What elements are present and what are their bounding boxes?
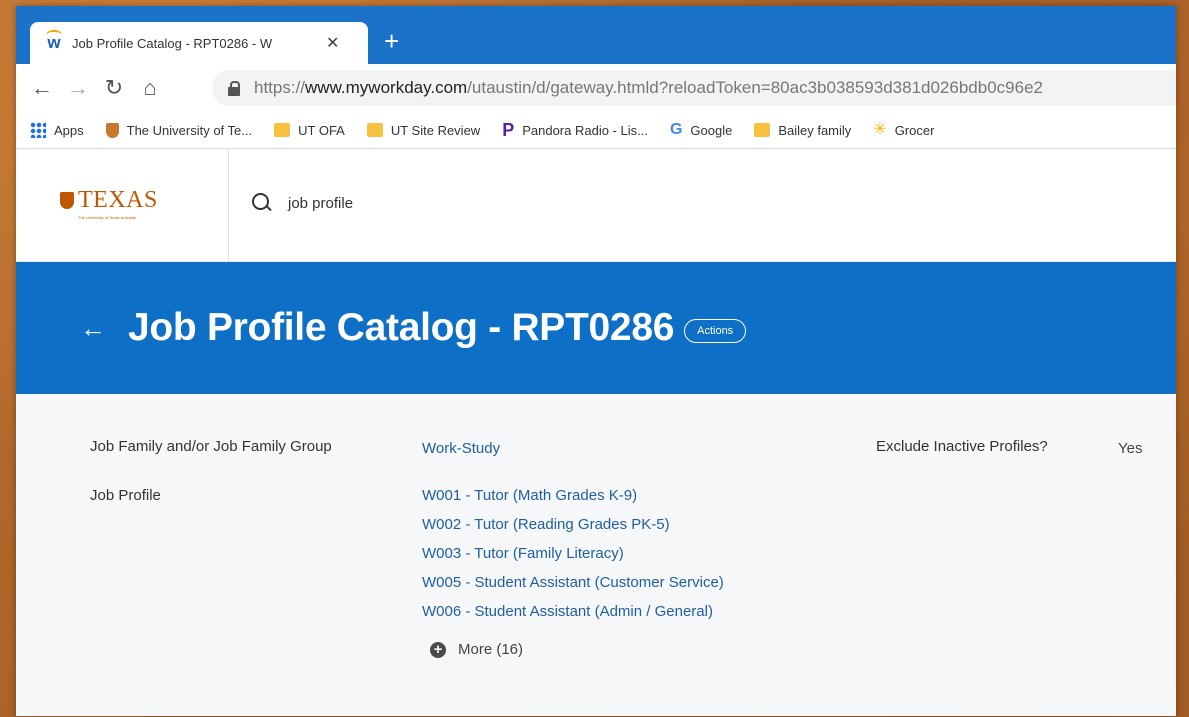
more-button[interactable]: + More (16) [430, 641, 523, 658]
job-profile-link[interactable]: W005 - Student Assistant (Customer Servi… [422, 573, 724, 602]
walmart-spark-icon: ✳ [873, 121, 887, 138]
bookmark-label: UT Site Review [390, 122, 481, 138]
job-family-value-link[interactable]: Work-Study [422, 440, 500, 457]
search-value: job profile [288, 194, 354, 212]
browser-window: w Job Profile Catalog - RPT0286 - W ✕ + … [16, 6, 1176, 716]
plus-circle-icon: + [430, 641, 446, 658]
job-profile-link[interactable]: W006 - Student Assistant (Admin / Genera… [422, 602, 724, 631]
logo-text: TEXAS [78, 187, 158, 213]
job-profile-label: Job Profile [90, 487, 161, 504]
workday-header: TEXAS The University of Texas at Austin … [16, 149, 1176, 262]
job-profile-list: W001 - Tutor (Math Grades K-9) W002 - Tu… [422, 486, 724, 631]
google-icon: G [669, 121, 683, 138]
tab-title: Job Profile Catalog - RPT0286 - W [72, 35, 273, 51]
search-icon [252, 193, 272, 213]
job-profile-link[interactable]: W003 - Tutor (Family Literacy) [422, 544, 724, 573]
more-label: More (16) [458, 641, 524, 658]
workday-favicon-icon: w [44, 30, 64, 53]
bookmarks-bar: Apps The University of Te... UT OFA UT S… [16, 112, 1176, 149]
header-divider [228, 149, 229, 261]
home-icon[interactable]: ⌂ [132, 64, 168, 112]
bookmark-university[interactable]: The University of Te... [105, 122, 253, 138]
folder-icon [274, 123, 291, 137]
browser-tab[interactable]: w Job Profile Catalog - RPT0286 - W ✕ [30, 22, 368, 64]
logo-subtext: The University of Texas at Austin [78, 215, 136, 220]
bookmark-ut-ofa[interactable]: UT OFA [274, 123, 345, 138]
tab-strip: w Job Profile Catalog - RPT0286 - W ✕ + [16, 6, 1176, 64]
page-title-bar: ← Job Profile Catalog - RPT0286 Actions [16, 262, 1176, 394]
bookmark-grocer[interactable]: ✳ Grocer [873, 122, 934, 138]
forward-icon[interactable]: → [60, 64, 96, 112]
pandora-icon: P [502, 120, 515, 140]
search-input[interactable]: job profile [252, 183, 652, 223]
bookmark-ut-site-review[interactable]: UT Site Review [366, 122, 481, 138]
back-icon[interactable]: ← [24, 64, 60, 112]
bookmark-label: Apps [54, 122, 84, 138]
close-tab-icon[interactable]: ✕ [326, 33, 339, 53]
bookmark-label: The University of Te... [126, 122, 253, 138]
actions-button[interactable]: Actions [684, 319, 747, 343]
job-family-label: Job Family and/or Job Family Group [90, 438, 332, 455]
folder-icon [754, 123, 771, 137]
bookmark-pandora[interactable]: P Pandora Radio - Lis... [502, 120, 648, 140]
ut-shield-icon [60, 192, 74, 209]
folder-icon [366, 123, 383, 137]
url-path: /utaustin/d/gateway.htmld?reloadToken=80… [467, 78, 1043, 97]
new-tab-button[interactable]: + [384, 28, 399, 54]
url-protocol: https:// [254, 78, 306, 97]
exclude-inactive-value: Yes [1118, 440, 1143, 457]
page-title: Job Profile Catalog - RPT0286 [128, 306, 675, 349]
reload-icon[interactable]: ↻ [96, 64, 132, 112]
navigation-bar: ← → ↻ ⌂ https://www.myworkday.com/utaust… [16, 64, 1176, 112]
address-bar[interactable]: https://www.myworkday.com/utaustin/d/gat… [212, 70, 1176, 106]
url-host: www.myworkday.com [305, 78, 468, 97]
lock-icon [228, 81, 240, 96]
job-profile-link[interactable]: W002 - Tutor (Reading Grades PK-5) [422, 515, 724, 544]
job-profile-link[interactable]: W001 - Tutor (Math Grades K-9) [422, 486, 724, 515]
ut-shield-icon [105, 122, 119, 138]
apps-grid-icon [30, 122, 46, 138]
bookmark-bailey-family[interactable]: Bailey family [754, 123, 851, 138]
bookmark-label: Grocer [894, 122, 935, 138]
bookmark-label: Pandora Radio - Lis... [522, 122, 648, 138]
exclude-inactive-label: Exclude Inactive Profiles? [876, 438, 1048, 455]
texas-logo[interactable]: TEXAS The University of Texas at Austin [60, 187, 182, 220]
bookmark-apps[interactable]: Apps [30, 122, 84, 138]
bookmark-label: Google [690, 122, 733, 138]
bookmark-google[interactable]: G Google [670, 122, 732, 138]
bookmark-label: UT OFA [298, 122, 345, 138]
report-content: Job Family and/or Job Family Group Work-… [16, 394, 1176, 716]
bookmark-label: Bailey family [778, 122, 852, 138]
back-arrow-icon[interactable]: ← [80, 315, 106, 341]
